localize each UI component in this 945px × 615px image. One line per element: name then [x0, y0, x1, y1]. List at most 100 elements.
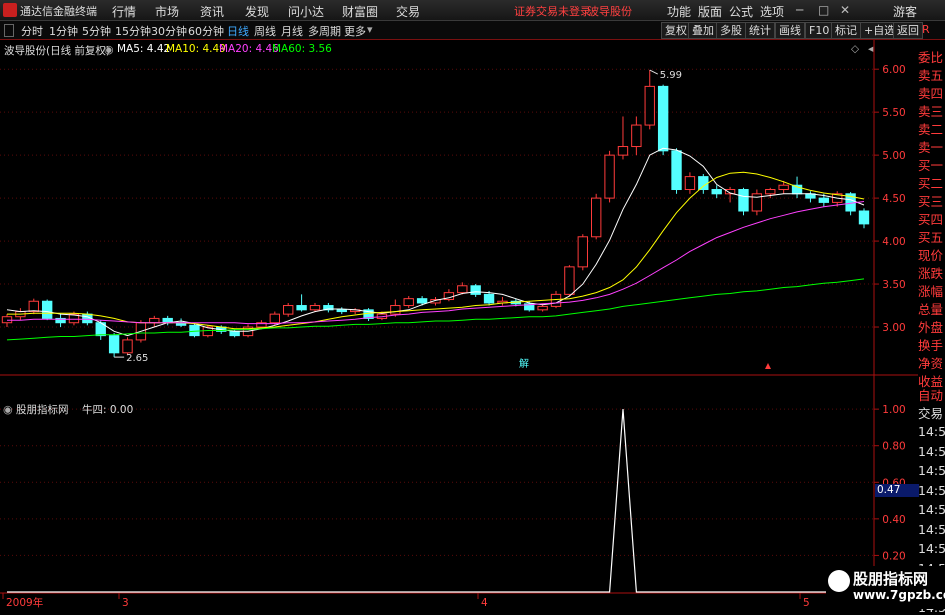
menu-formula[interactable]: 公式 [729, 3, 753, 20]
close-icon[interactable]: ✕ [840, 3, 850, 17]
menu-market[interactable]: 市场 [155, 3, 179, 20]
f10-button[interactable]: F10 [805, 22, 834, 39]
back-button[interactable]: 返回 [893, 22, 923, 39]
candle-body [149, 317, 160, 324]
tab-60min[interactable]: 60分钟 [188, 23, 224, 39]
legend-ma5: MA5: 4.42 [117, 43, 171, 55]
adjust-button[interactable]: 复权 [661, 22, 691, 39]
candle-body [537, 305, 548, 311]
candle-body [416, 298, 428, 304]
side-panel-item: 净资 [918, 356, 944, 371]
menu-news[interactable]: 资讯 [200, 3, 224, 20]
tab-more[interactable]: 更多 [344, 23, 366, 39]
candle-body [550, 293, 562, 307]
multi-stock-button[interactable]: 多股 [716, 22, 746, 39]
low-label: 2.65 [126, 353, 148, 364]
menu-quotes[interactable]: 行情 [112, 3, 136, 20]
overlay-button[interactable]: 叠加 [688, 22, 718, 39]
minimize-icon[interactable]: ─ [796, 3, 803, 17]
menu-functions[interactable]: 功能 [667, 3, 691, 20]
high-arrow [649, 69, 658, 75]
tab-30min[interactable]: 30分钟 [151, 23, 187, 39]
menu-discover[interactable]: 发现 [245, 3, 269, 20]
collapse-icon[interactable]: ◂ [868, 43, 873, 55]
candle-body [671, 150, 682, 191]
menu-trade[interactable]: 交易 [396, 3, 420, 20]
x-tick-label: 3 [122, 597, 129, 609]
candle-body [564, 266, 575, 295]
kline-chart[interactable]: 6.005.505.004.504.003.503.001.000.800.60… [0, 40, 918, 609]
menu-layout[interactable]: 版面 [698, 3, 722, 20]
side-panel-item: 买三 [918, 194, 944, 209]
maximize-icon[interactable]: □ [818, 3, 829, 17]
candle-body [296, 305, 307, 311]
indicator-chart [7, 409, 864, 593]
tick-time: 14:56 [918, 521, 945, 537]
login-notice[interactable]: 证券交易未登录 [514, 3, 591, 19]
candle-body [765, 189, 776, 195]
sub-chart-value: 牛四: 0.00 [82, 404, 134, 416]
candle-body [591, 197, 602, 238]
candle-body [778, 184, 789, 191]
candle-body [189, 324, 200, 337]
side-panel-item: 涨跌 [918, 266, 944, 281]
y-tick-label: 0.40 [882, 514, 905, 526]
tab-5min[interactable]: 5分钟 [82, 23, 111, 39]
menu-wealth-circle[interactable]: 财富圈 [342, 3, 378, 20]
side-panel-item: 换手 [918, 338, 944, 353]
current-value-label: 0.47 [875, 484, 919, 497]
x-tick-label: 4 [481, 597, 488, 609]
candle-body [818, 197, 830, 203]
side-panel-item: 买二 [918, 176, 944, 191]
trade-label[interactable]: 交易 [918, 403, 945, 422]
y-tick-label: 1.00 [882, 404, 905, 416]
x-tick-label: 5 [803, 597, 810, 609]
candle-body [457, 285, 468, 294]
candle-body [577, 236, 588, 268]
candle-body [28, 300, 39, 313]
legend-toggle-icon[interactable]: ◉ [104, 43, 114, 56]
candle-body [229, 330, 240, 337]
r-indicator: R [922, 23, 930, 36]
app-title: 通达信金融终端 [20, 5, 97, 18]
side-panel-item: 涨幅 [918, 284, 944, 299]
tab-multi-period[interactable]: 多周期 [308, 23, 341, 39]
sub-legend-toggle-icon[interactable]: ◉ [3, 403, 13, 416]
candle-body [483, 293, 495, 304]
tab-daily[interactable]: 日线 [227, 23, 249, 39]
candles [1, 70, 870, 358]
mark-button[interactable]: 标记 [831, 22, 861, 39]
y-tick-label: 4.00 [882, 236, 905, 248]
tab-15min[interactable]: 15分钟 [115, 23, 151, 39]
watermark-logo-icon [828, 570, 850, 592]
panel-toggle-icon[interactable] [4, 24, 14, 37]
tab-intraday[interactable]: 分时 [21, 23, 43, 39]
auto-label[interactable]: 自动 [918, 385, 945, 404]
candle-body [108, 335, 120, 354]
more-dropdown-icon[interactable]: ▾ [367, 23, 373, 36]
tab-1min[interactable]: 1分钟 [49, 23, 78, 39]
ma-lines [6, 147, 865, 341]
candle-body [657, 85, 669, 152]
candle-body [644, 85, 655, 126]
chart-title: 波导股份(日线 前复权) [4, 45, 111, 57]
candle-body [684, 176, 696, 191]
tick-time: 14:56 [918, 463, 945, 478]
menu-ask-xiaoda[interactable]: 问小达 [288, 3, 324, 20]
side-panel-item: 委比 [918, 50, 944, 65]
tick-time: 14:56 [918, 502, 945, 517]
tab-monthly[interactable]: 月线 [281, 23, 303, 39]
event-marker-icon [765, 363, 771, 369]
candle-body [336, 309, 347, 313]
candle-body [269, 313, 280, 324]
side-panel-item: 买四 [918, 212, 944, 227]
tab-weekly[interactable]: 周线 [254, 23, 276, 39]
draw-line-button[interactable]: 画线 [775, 22, 805, 39]
diamond-icon[interactable]: ◇ [851, 43, 859, 55]
statistics-button[interactable]: 统计 [745, 22, 775, 39]
user-guest[interactable]: 游客 [893, 3, 917, 20]
candle-body [122, 339, 133, 354]
menu-options[interactable]: 选项 [760, 3, 784, 20]
candle-body [631, 124, 642, 148]
candle-body [738, 189, 749, 212]
